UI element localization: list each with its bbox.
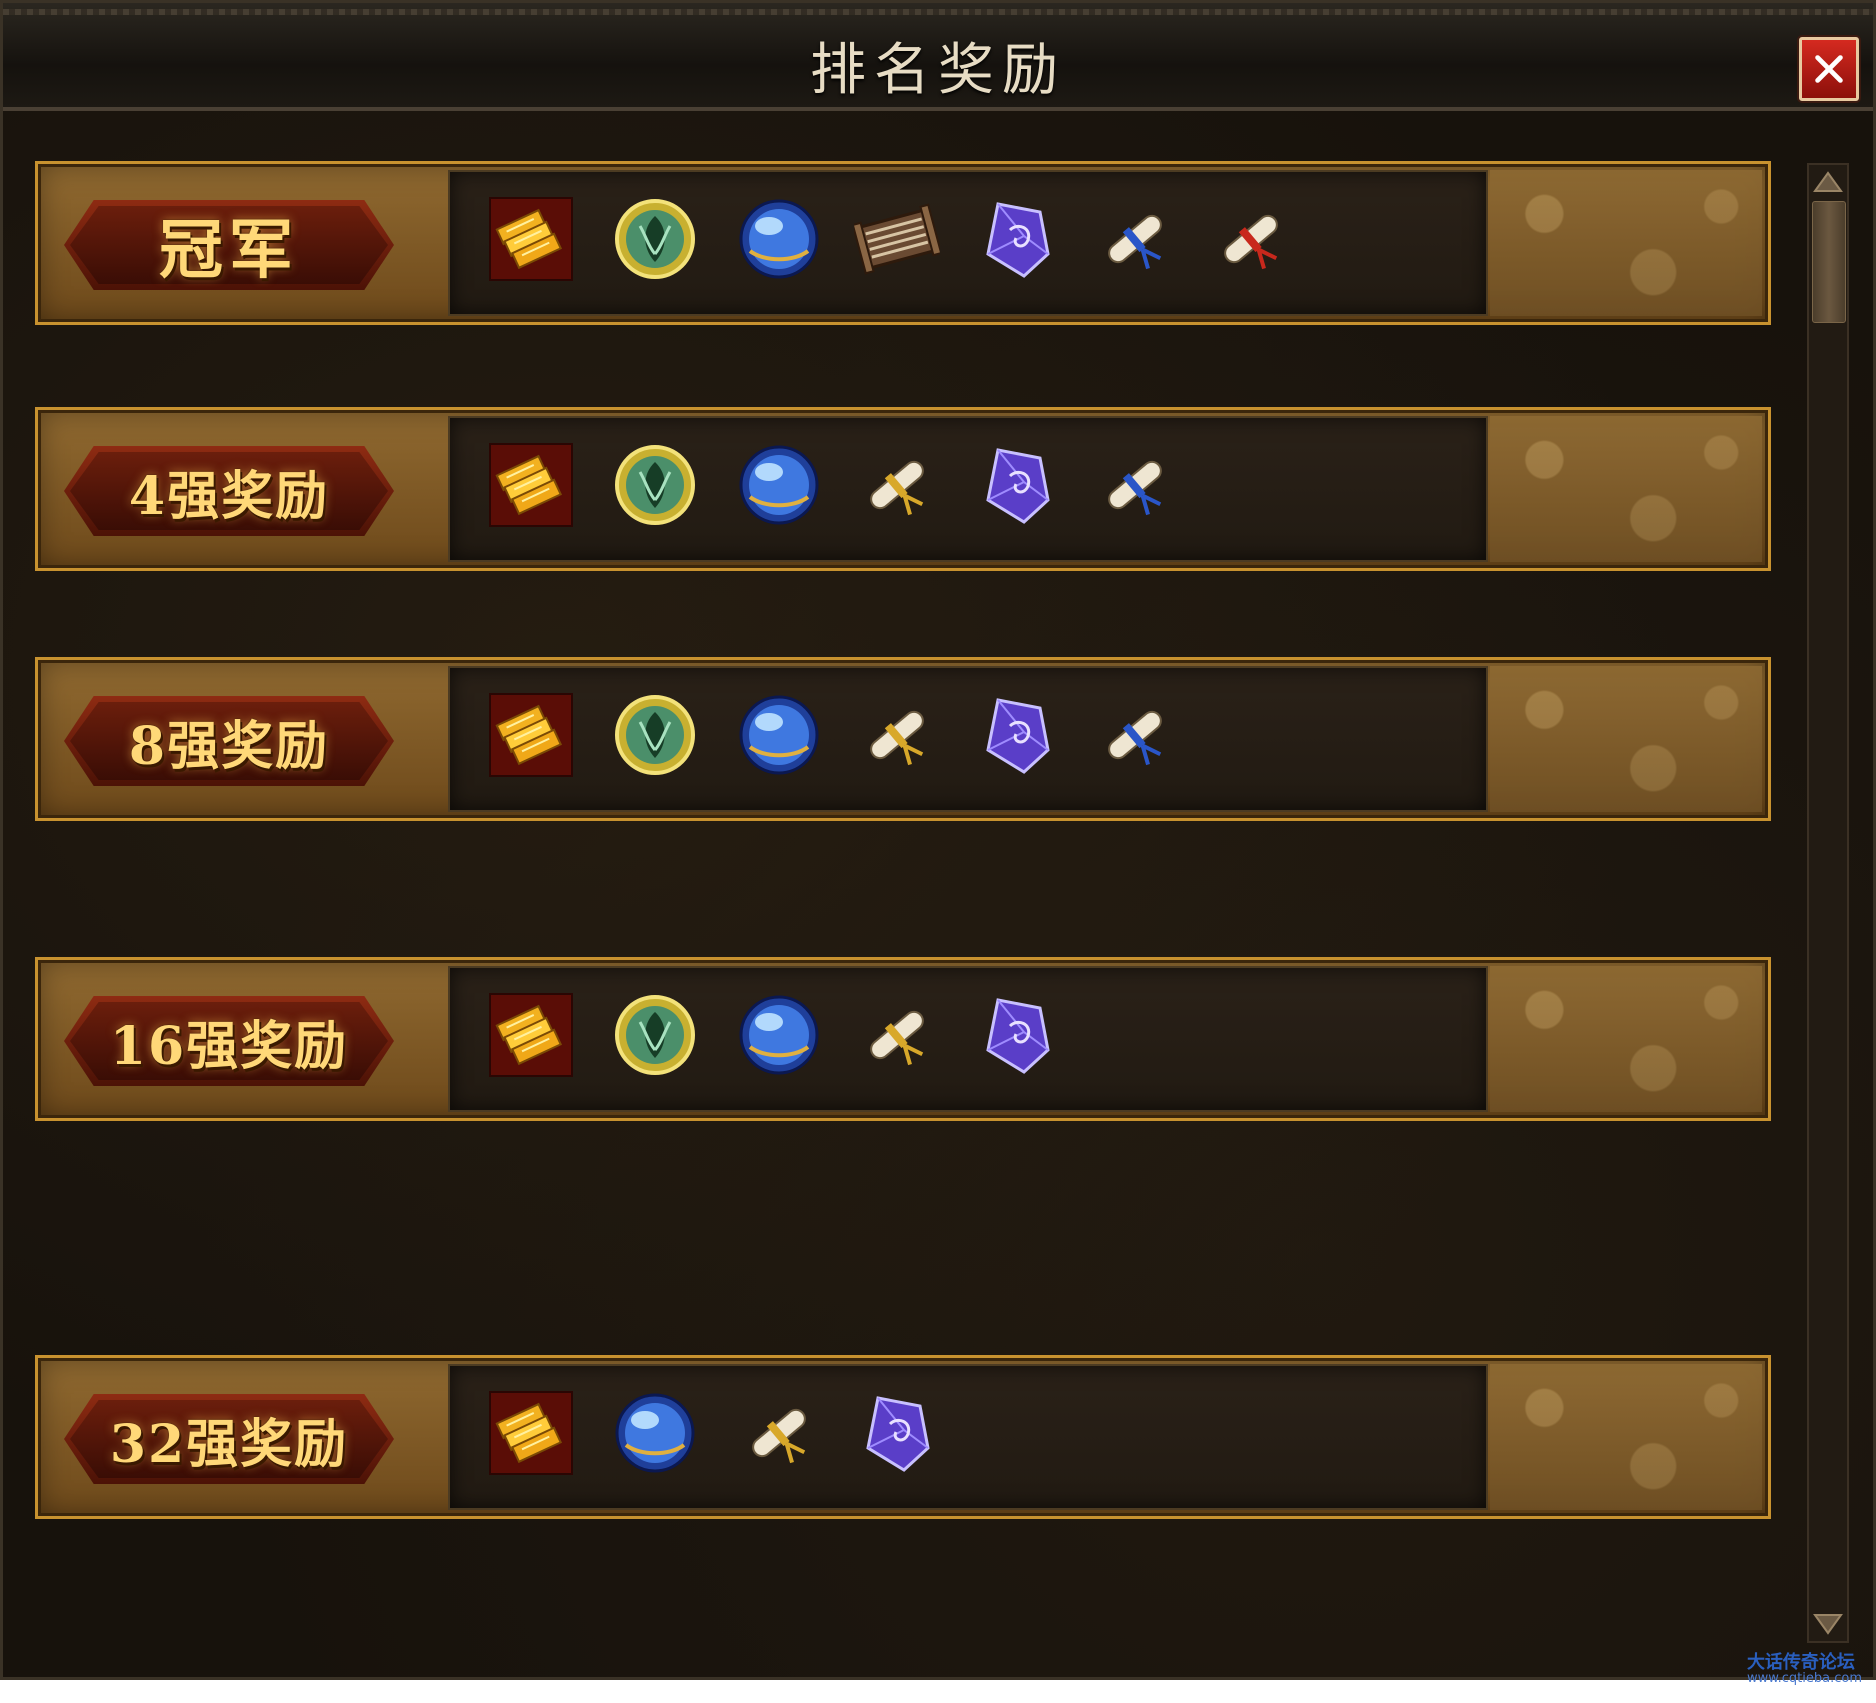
title-bar: 排名奖励 [3,3,1873,111]
reward-item-slot[interactable] [486,194,576,284]
title-bar-ornament [3,9,1873,15]
blue-orb-icon [739,199,819,279]
purple-crystal-icon [986,202,1050,278]
reward-item-slot[interactable] [486,440,576,530]
reward-row: 冠军 [35,161,1771,325]
scroll-up-arrow[interactable] [1811,167,1845,197]
reward-item-slot[interactable] [610,690,700,780]
reward-item-slot[interactable] [972,194,1062,284]
yellow-ribbon-scroll-icon [752,1408,806,1464]
reward-item-slot[interactable] [610,1388,700,1478]
reward-items-area [448,170,1488,316]
watermark-url: www.cqtieba.com [1746,1671,1862,1686]
purple-crystal-icon [986,698,1050,774]
gold-ingots-icon [489,1391,573,1475]
reward-item-slot[interactable] [852,440,942,530]
scrollbar[interactable] [1807,163,1849,1643]
reward-row: 16强奖励 [35,957,1771,1121]
blue-ribbon-scroll-icon [1108,710,1162,766]
reward-item-slot[interactable] [852,1388,942,1478]
gold-ingots-icon [489,197,573,281]
blue-orb-icon [739,995,819,1075]
reward-item-slot[interactable] [734,1388,824,1478]
scroll-down-arrow[interactable] [1811,1609,1845,1639]
reward-item-slot[interactable] [852,194,942,284]
reward-items-area [448,1364,1488,1510]
gold-ingots-icon [489,693,573,777]
purple-crystal-icon [866,1396,930,1472]
green-crest-token-icon [615,199,695,279]
reward-item-slot[interactable] [486,1388,576,1478]
reward-item-slot[interactable] [1090,194,1180,284]
purple-crystal-icon [986,998,1050,1074]
yellow-ribbon-scroll-icon [870,710,924,766]
green-crest-token-icon [615,445,695,525]
scroll-thumb[interactable] [1812,201,1846,323]
reward-item-slot[interactable] [1090,690,1180,780]
window-title: 排名奖励 [810,38,1066,103]
watermark: 大话传奇论坛 www.cqtieba.com [1746,1652,1862,1686]
reward-item-slot[interactable] [972,690,1062,780]
reward-item-slot[interactable] [610,440,700,530]
rank-label: 4强奖励 [128,465,330,527]
decorative-pattern [1490,170,1762,316]
blue-orb-icon [739,695,819,775]
reward-item-slot[interactable] [734,690,824,780]
reward-item-slot[interactable] [734,440,824,530]
rank-plaque: 16强奖励 [64,996,394,1086]
green-crest-token-icon [615,995,695,1075]
close-icon [1815,55,1843,83]
reward-item-slot[interactable] [610,990,700,1080]
reward-item-slot[interactable] [486,990,576,1080]
rank-label: 16强奖励 [109,1015,349,1077]
red-ribbon-scroll-icon [1224,214,1278,270]
rank-plaque: 4强奖励 [64,446,394,536]
reward-row: 32强奖励 [35,1355,1771,1519]
close-button[interactable] [1799,37,1859,101]
blue-orb-icon [739,445,819,525]
rank-label: 冠军 [159,213,299,288]
decorative-pattern [1490,1364,1762,1510]
blue-ribbon-scroll-icon [1108,214,1162,270]
reward-item-slot[interactable] [486,690,576,780]
blue-ribbon-scroll-icon [1108,460,1162,516]
reward-items-area [448,416,1488,562]
rank-plaque: 32强奖励 [64,1394,394,1484]
reward-item-slot[interactable] [1206,194,1296,284]
decorative-pattern [1490,966,1762,1112]
yellow-ribbon-scroll-icon [870,460,924,516]
rank-label: 8强奖励 [128,715,330,777]
green-crest-token-icon [615,695,695,775]
reward-row: 8强奖励 [35,657,1771,821]
reward-item-slot[interactable] [734,990,824,1080]
arrow-up-icon [1813,171,1843,192]
ranking-rewards-window: 排名奖励 冠军 4强奖励 8强奖励 16强奖励 32强奖励 [0,0,1876,1680]
decorative-pattern [1490,666,1762,812]
reward-item-slot[interactable] [972,440,1062,530]
reward-item-slot[interactable] [610,194,700,284]
arrow-down-icon [1813,1614,1843,1635]
blue-orb-icon [615,1393,695,1473]
rank-label: 32强奖励 [109,1413,349,1475]
reward-item-slot[interactable] [852,990,942,1080]
reward-item-slot[interactable] [972,990,1062,1080]
reward-items-area [448,966,1488,1112]
reward-items-area [448,666,1488,812]
reward-row: 4强奖励 [35,407,1771,571]
watermark-name: 大话传奇论坛 [1746,1652,1855,1673]
gold-ingots-icon [489,993,573,1077]
rank-plaque: 冠军 [64,200,394,290]
gold-ingots-icon [489,443,573,527]
reward-item-slot[interactable] [734,194,824,284]
bamboo-scroll-icon [854,203,940,275]
decorative-pattern [1490,416,1762,562]
purple-crystal-icon [986,448,1050,524]
yellow-ribbon-scroll-icon [870,1010,924,1066]
reward-item-slot[interactable] [1090,440,1180,530]
reward-item-slot[interactable] [852,690,942,780]
rank-plaque: 8强奖励 [64,696,394,786]
